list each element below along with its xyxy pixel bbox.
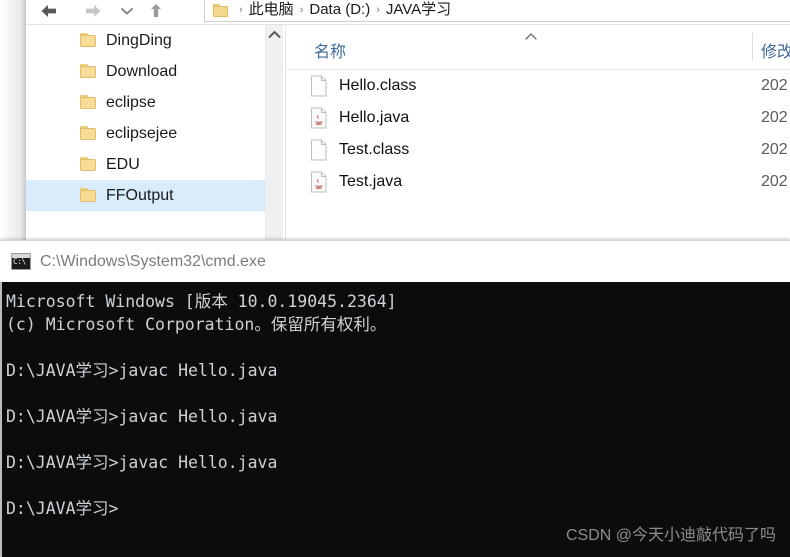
file-name-label: Hello.java [339, 109, 410, 126]
tree-item-ffoutput[interactable]: FFOutput [26, 180, 266, 211]
navigation-bar: › 此电脑 › Data (D:) › JAVA学习 [26, 0, 790, 24]
file-date-label: 202 [761, 109, 788, 126]
file-name-label: Test.java [339, 173, 403, 190]
chevron-up-icon [268, 30, 281, 38]
file-list-pane: 名称 修改 Hello.class 202 Hello.java 202 Tes… [286, 25, 790, 240]
folder-icon [80, 33, 97, 48]
address-bar[interactable]: › 此电脑 › Data (D:) › JAVA学习 [204, 0, 790, 22]
java-file-icon [310, 107, 328, 129]
file-date-label: 202 [761, 173, 788, 190]
breadcrumb-separator: › [299, 4, 304, 16]
tree-item-label: eclipsejee [106, 124, 178, 142]
file-row[interactable]: Test.java 202 [286, 166, 790, 198]
file-date-label: 202 [761, 77, 788, 94]
tree-item-download[interactable]: Download [26, 56, 266, 87]
back-button[interactable] [34, 0, 64, 22]
chevron-down-icon [121, 8, 133, 15]
breadcrumb-segment-drive[interactable]: Data (D:) [309, 0, 370, 20]
java-file-icon [310, 171, 328, 193]
file-date-label: 202 [761, 141, 788, 158]
tree-scrollbar[interactable] [265, 25, 283, 240]
column-header-row: 名称 修改 [286, 25, 790, 70]
tree-item-eclipse[interactable]: eclipse [26, 87, 266, 118]
forward-button[interactable] [78, 0, 108, 22]
cmd-title-bar[interactable]: C:\ C:\Windows\System32\cmd.exe [0, 240, 790, 282]
file-explorer-window: › 此电脑 › Data (D:) › JAVA学习 DingDing Down… [0, 0, 790, 240]
file-row[interactable]: Hello.class 202 [286, 70, 790, 102]
column-header-modified[interactable]: 修改 [761, 38, 790, 62]
tree-item-label: Download [106, 62, 178, 80]
recent-locations-button[interactable] [116, 0, 138, 22]
breadcrumb-folder-icon [213, 4, 230, 18]
breadcrumb-segment-this-pc[interactable]: 此电脑 [249, 0, 294, 20]
cmd-icon-text: C:\ [13, 257, 26, 266]
scroll-up-button[interactable] [266, 25, 283, 43]
folder-icon [80, 95, 97, 110]
console-line: D:\JAVA学习>javac Hello.java [6, 361, 278, 380]
tree-item-dingding[interactable]: DingDing [26, 25, 266, 56]
navigation-tree-pane: DingDing Download eclipse eclipsejee EDU… [26, 25, 266, 240]
file-row[interactable]: Test.class 202 [286, 134, 790, 166]
tree-item-label: eclipse [106, 93, 156, 111]
cmd-output-area[interactable]: Microsoft Windows [版本 10.0.19045.2364] (… [0, 282, 790, 557]
generic-file-icon [310, 75, 328, 97]
tree-item-label: EDU [106, 155, 140, 173]
cmd-window: C:\ C:\Windows\System32\cmd.exe Microsof… [0, 240, 790, 557]
watermark: CSDN @今天小迪敲代码了吗 [565, 527, 776, 544]
console-prompt-line: D:\JAVA学习> [6, 499, 119, 518]
breadcrumb-separator: › [376, 4, 380, 16]
cmd-title-label: C:\Windows\System32\cmd.exe [40, 252, 266, 270]
breadcrumb-separator: › [239, 4, 243, 16]
cmd-icon: C:\ [11, 253, 31, 270]
sort-ascending-caret-icon [524, 28, 538, 40]
file-row[interactable]: Hello.java 202 [286, 102, 790, 134]
tree-item-label: FFOutput [106, 186, 174, 204]
up-button[interactable] [144, 0, 168, 22]
screen: › 此电脑 › Data (D:) › JAVA学习 DingDing Down… [0, 0, 790, 557]
back-arrow-icon [41, 5, 56, 17]
console-line: (c) Microsoft Corporation。保留所有权利。 [6, 315, 387, 334]
tree-item-edu[interactable]: EDU [26, 149, 266, 180]
file-name-label: Hello.class [339, 77, 417, 94]
window-left-edge [0, 0, 26, 240]
folder-icon [80, 64, 97, 79]
folder-icon [80, 188, 97, 203]
generic-file-icon [310, 139, 328, 161]
breadcrumb-segment-folder[interactable]: JAVA学习 [386, 0, 451, 20]
column-divider[interactable] [752, 33, 753, 61]
forward-arrow-icon [86, 5, 101, 17]
console-line: D:\JAVA学习>javac Hello.java [6, 407, 278, 426]
folder-icon [80, 126, 97, 141]
tree-item-label: DingDing [106, 31, 172, 49]
up-arrow-icon [151, 4, 161, 17]
file-name-label: Test.class [339, 141, 410, 158]
folder-icon [80, 157, 97, 172]
tree-item-eclipsejee[interactable]: eclipsejee [26, 118, 266, 149]
console-line: Microsoft Windows [版本 10.0.19045.2364] [6, 292, 397, 311]
console-line: D:\JAVA学习>javac Hello.java [6, 453, 278, 472]
column-header-name[interactable]: 名称 [314, 38, 346, 62]
